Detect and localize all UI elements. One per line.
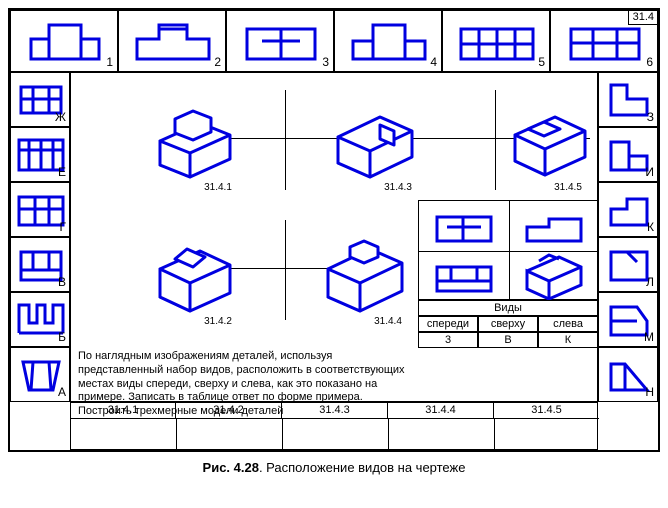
views-answer: В [478, 332, 538, 348]
views-answer: 3 [418, 332, 478, 348]
top-num: 2 [214, 55, 221, 69]
right-letter: К [647, 220, 654, 234]
left-view-b: Б [10, 292, 70, 347]
left-view-g: Г [10, 182, 70, 237]
right-letter: М [644, 330, 654, 344]
views-header: слева [538, 316, 598, 332]
top-num: 4 [430, 55, 437, 69]
views-answer: К [538, 332, 598, 348]
left-letter: А [58, 385, 66, 399]
caption-text: . Расположение видов на чертеже [259, 460, 466, 475]
example-block [418, 200, 598, 300]
views-header: спереди [418, 316, 478, 332]
answer-header: 31.4.4 [388, 403, 494, 419]
right-letter: З [647, 110, 654, 124]
top-num: 1 [106, 55, 113, 69]
top-view-6: 6 [550, 10, 658, 72]
ortho-icon [419, 201, 509, 251]
ortho-icon [443, 11, 551, 73]
iso-label: 31.4.5 [538, 182, 598, 193]
left-view-zh: Ж [10, 72, 70, 127]
left-letter: Б [58, 330, 66, 344]
right-letter: Н [645, 385, 654, 399]
divider [495, 90, 496, 190]
right-view-l: Л [598, 237, 658, 292]
ortho-icon [509, 201, 599, 251]
top-view-2: 2 [118, 10, 226, 72]
answer-header: 31.4.3 [282, 403, 388, 419]
views-header: сверху [478, 316, 538, 332]
left-view-e: Е [10, 127, 70, 182]
ortho-icon [227, 11, 335, 73]
answer-row: 31.4.1 31.4.2 31.4.3 31.4.4 31.4.5 [70, 402, 598, 450]
top-num: 3 [322, 55, 329, 69]
answer-header: 31.4.2 [176, 403, 282, 419]
ortho-icon [11, 11, 119, 73]
left-letter: В [58, 275, 66, 289]
right-letter: Л [646, 275, 654, 289]
top-num: 5 [538, 55, 545, 69]
divider [285, 220, 286, 320]
right-letter: И [645, 165, 654, 179]
right-view-z: З [598, 72, 658, 127]
views-title: Виды [418, 300, 598, 316]
ortho-icon [335, 11, 443, 73]
top-view-1: 1 [10, 10, 118, 72]
iso-part-5 [500, 105, 600, 185]
iso-part-3 [320, 105, 430, 185]
caption-number: Рис. 4.28 [203, 460, 259, 475]
iso-label: 31.4.3 [368, 182, 428, 193]
iso-label: 31.4.4 [358, 316, 418, 327]
figure-caption: Рис. 4.28. Расположение видов на чертеже [0, 460, 668, 475]
left-view-a: А [10, 347, 70, 402]
divider [285, 90, 286, 190]
ortho-icon [419, 251, 509, 301]
top-view-4: 4 [334, 10, 442, 72]
iso-part-1 [140, 105, 250, 185]
right-view-n: Н [598, 347, 658, 402]
ortho-icon [119, 11, 227, 73]
right-view-m: М [598, 292, 658, 347]
right-view-k: К [598, 182, 658, 237]
left-view-v: В [10, 237, 70, 292]
answer-header: 31.4.1 [71, 403, 176, 419]
iso-part-4 [310, 235, 420, 320]
left-letter: Г [60, 220, 67, 234]
iso-part-2 [140, 235, 250, 320]
iso-icon [509, 251, 599, 301]
top-view-3: 3 [226, 10, 334, 72]
ortho-icon [551, 11, 659, 73]
iso-label: 31.4.2 [188, 316, 248, 327]
top-num: 6 [646, 55, 653, 69]
left-letter: Е [58, 165, 66, 179]
drawing-frame: 31.4 1 2 3 4 5 6 Ж Е Г В Б А З И К Л М [8, 8, 660, 452]
left-letter: Ж [55, 110, 66, 124]
answer-header: 31.4.5 [494, 403, 599, 419]
top-view-5: 5 [442, 10, 550, 72]
iso-label: 31.4.1 [188, 182, 248, 193]
right-view-i: И [598, 127, 658, 182]
